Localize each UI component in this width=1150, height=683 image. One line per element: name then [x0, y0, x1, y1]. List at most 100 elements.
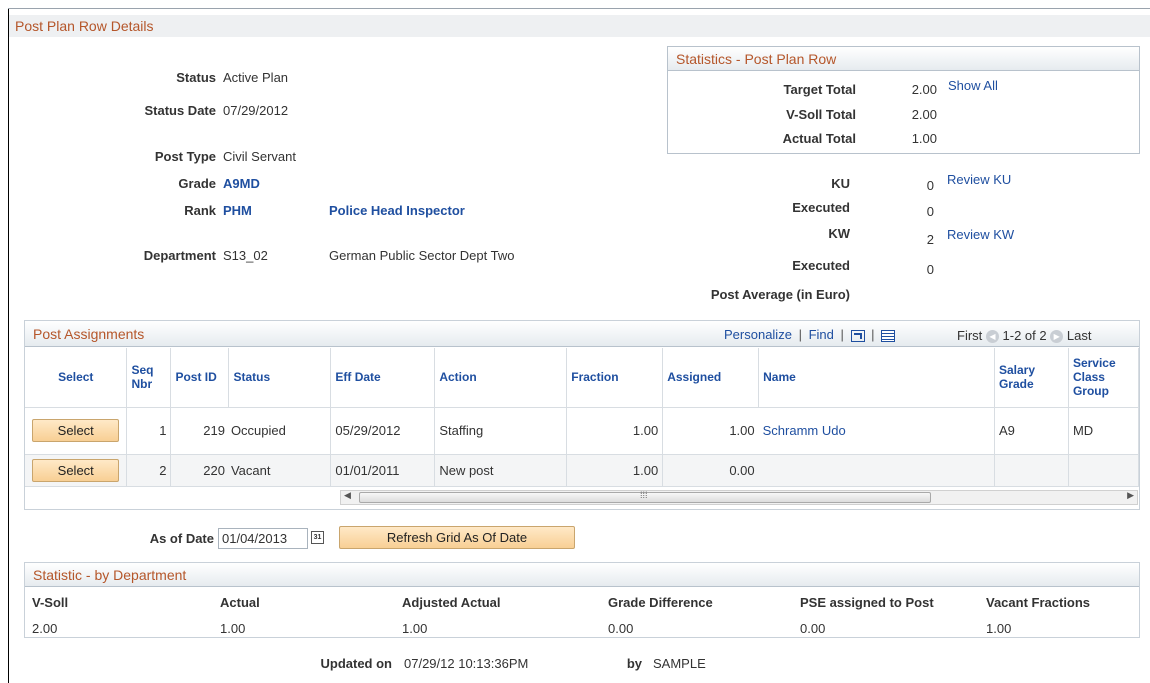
action-cell: Staffing	[434, 407, 568, 455]
fraction-cell: 1.00	[566, 407, 664, 455]
previous-icon[interactable]: ◀	[985, 330, 999, 344]
target-total-value: 2.00	[911, 82, 937, 97]
view-all-icon[interactable]	[850, 329, 865, 342]
ku-label: KU	[831, 176, 850, 191]
salary-grade-cell	[994, 454, 1069, 487]
grid-navigation: First ◀ 1-2 of 2 ▶ Last	[957, 328, 1092, 344]
post-assignments-table: Select Seq Nbr Post ID Status Eff Date A…	[25, 348, 1140, 487]
eff-date-cell: 01/01/2011	[330, 454, 436, 487]
show-all-link[interactable]: Show All	[948, 78, 998, 93]
post-id-cell: 220	[170, 454, 229, 487]
salary-grade-cell: A9	[994, 407, 1069, 455]
grade-label: Grade	[178, 176, 216, 191]
next-icon[interactable]: ▶	[1050, 330, 1064, 344]
col-select[interactable]: Select	[25, 348, 128, 408]
seq-cell: 1	[126, 407, 172, 455]
col-service-class-group[interactable]: Service Class Group	[1068, 348, 1140, 408]
rank-description-link[interactable]: Police Head Inspector	[329, 203, 465, 218]
dept-stat-value-adjusted-actual: 1.00	[402, 621, 428, 636]
executed-ku-label: Executed	[792, 200, 850, 215]
table-row: Select 2 220 Vacant 01/01/2011 New post …	[25, 454, 1140, 487]
ku-value: 0	[926, 178, 934, 193]
vsoll-total-label: V-Soll Total	[786, 107, 856, 122]
review-kw-link[interactable]: Review KW	[947, 227, 1014, 242]
employee-name-link[interactable]: Schramm Udo	[763, 423, 846, 438]
find-link[interactable]: Find	[809, 327, 834, 342]
col-action[interactable]: Action	[434, 348, 568, 408]
scrollbar-thumb[interactable]: ⁞⁞⁞	[359, 490, 931, 503]
rank-link[interactable]: PHM	[223, 203, 252, 218]
left-border	[8, 8, 9, 683]
service-class-group-cell: MD	[1068, 407, 1140, 455]
toolbar-separator: |	[798, 327, 802, 342]
dept-stats-title: Statistic - by Department	[25, 563, 1139, 587]
col-salary-grade[interactable]: Salary Grade	[994, 348, 1069, 408]
post-type-value: Civil Servant	[223, 149, 296, 164]
executed-ku-value: 0	[926, 204, 934, 219]
post-average-label: Post Average (in Euro)	[710, 287, 850, 302]
download-grid-icon[interactable]	[881, 329, 896, 342]
col-name[interactable]: Name	[758, 348, 995, 408]
updated-on-label: Updated on	[320, 656, 393, 671]
grid-toolbar: Personalize | Find | |	[724, 327, 896, 342]
horizontal-scrollbar[interactable]: ◀ ⁞⁞⁞ ▶	[340, 490, 1138, 505]
dept-stat-value-grade-difference: 0.00	[608, 621, 634, 636]
dept-stat-header-actual: Actual	[220, 595, 260, 610]
top-border	[8, 8, 1150, 9]
scroll-left-icon[interactable]: ◀	[344, 490, 351, 501]
col-fraction[interactable]: Fraction	[566, 348, 664, 408]
col-assigned[interactable]: Assigned	[662, 348, 760, 408]
calendar-icon[interactable]: 31	[311, 531, 324, 544]
status-value: Active Plan	[223, 70, 289, 85]
seq-cell: 2	[126, 454, 172, 487]
dept-stat-header-vacant-fractions: Vacant Fractions	[986, 595, 1091, 610]
col-seq-nbr[interactable]: Seq Nbr	[126, 348, 172, 408]
dept-stat-value-vsoll: 2.00	[32, 621, 58, 636]
executed-kw-value: 0	[926, 262, 934, 277]
toolbar-separator: |	[840, 327, 844, 342]
name-cell: Schramm Udo	[758, 407, 995, 455]
col-status[interactable]: Status	[228, 348, 332, 408]
table-header-row: Select Seq Nbr Post ID Status Eff Date A…	[25, 348, 1140, 408]
assigned-cell: 1.00	[662, 407, 759, 455]
scroll-right-icon[interactable]: ▶	[1127, 490, 1134, 501]
refresh-grid-button[interactable]: Refresh Grid As Of Date	[339, 526, 575, 549]
col-seq-nbr-text: Seq Nbr	[131, 363, 154, 392]
vsoll-total-value: 2.00	[911, 107, 937, 122]
dept-stat-header-adjusted-actual: Adjusted Actual	[402, 595, 501, 610]
select-cell: Select	[25, 454, 128, 487]
select-row-2-button[interactable]: Select	[32, 458, 120, 482]
scrollbar-grip-icon: ⁞⁞⁞	[640, 490, 648, 500]
department-value: S13_02	[223, 248, 268, 263]
kw-label: KW	[828, 226, 850, 241]
col-service-class-group-text: Service Class Group	[1072, 356, 1116, 399]
as-of-date-label: As of Date	[149, 531, 214, 546]
statistics-box-title: Statistics - Post Plan Row	[668, 47, 1139, 71]
kw-value: 2	[926, 232, 934, 247]
table-row: Select 1 219 Occupied 05/29/2012 Staffin…	[25, 407, 1140, 455]
select-cell: Select	[25, 407, 128, 455]
actual-total-value: 1.00	[911, 131, 937, 146]
last-label: Last	[1066, 328, 1092, 343]
action-cell: New post	[434, 454, 568, 487]
dept-stat-value-vacant-fractions: 1.00	[986, 621, 1012, 636]
page-title: Post Plan Row Details	[9, 15, 1150, 37]
select-row-1-button[interactable]: Select	[32, 419, 120, 442]
eff-date-cell: 05/29/2012	[330, 407, 436, 455]
review-ku-link[interactable]: Review KU	[947, 172, 1011, 187]
status-date-label: Status Date	[144, 103, 216, 118]
updated-on-value: 07/29/12 10:13:36PM	[404, 656, 529, 671]
post-type-label: Post Type	[154, 149, 216, 164]
dept-stat-header-grade-difference: Grade Difference	[608, 595, 713, 610]
col-eff-date[interactable]: Eff Date	[330, 348, 436, 408]
target-total-label: Target Total	[783, 82, 856, 97]
executed-kw-label: Executed	[792, 258, 850, 273]
personalize-link[interactable]: Personalize	[724, 327, 792, 342]
grade-link[interactable]: A9MD	[223, 176, 260, 191]
toolbar-separator: |	[871, 327, 875, 342]
rank-label: Rank	[184, 203, 216, 218]
as-of-date-input[interactable]	[218, 528, 308, 549]
dept-stat-value-actual: 1.00	[220, 621, 246, 636]
col-post-id[interactable]: Post ID	[170, 348, 230, 408]
statistic-by-department: Statistic - by Department	[24, 562, 1140, 638]
